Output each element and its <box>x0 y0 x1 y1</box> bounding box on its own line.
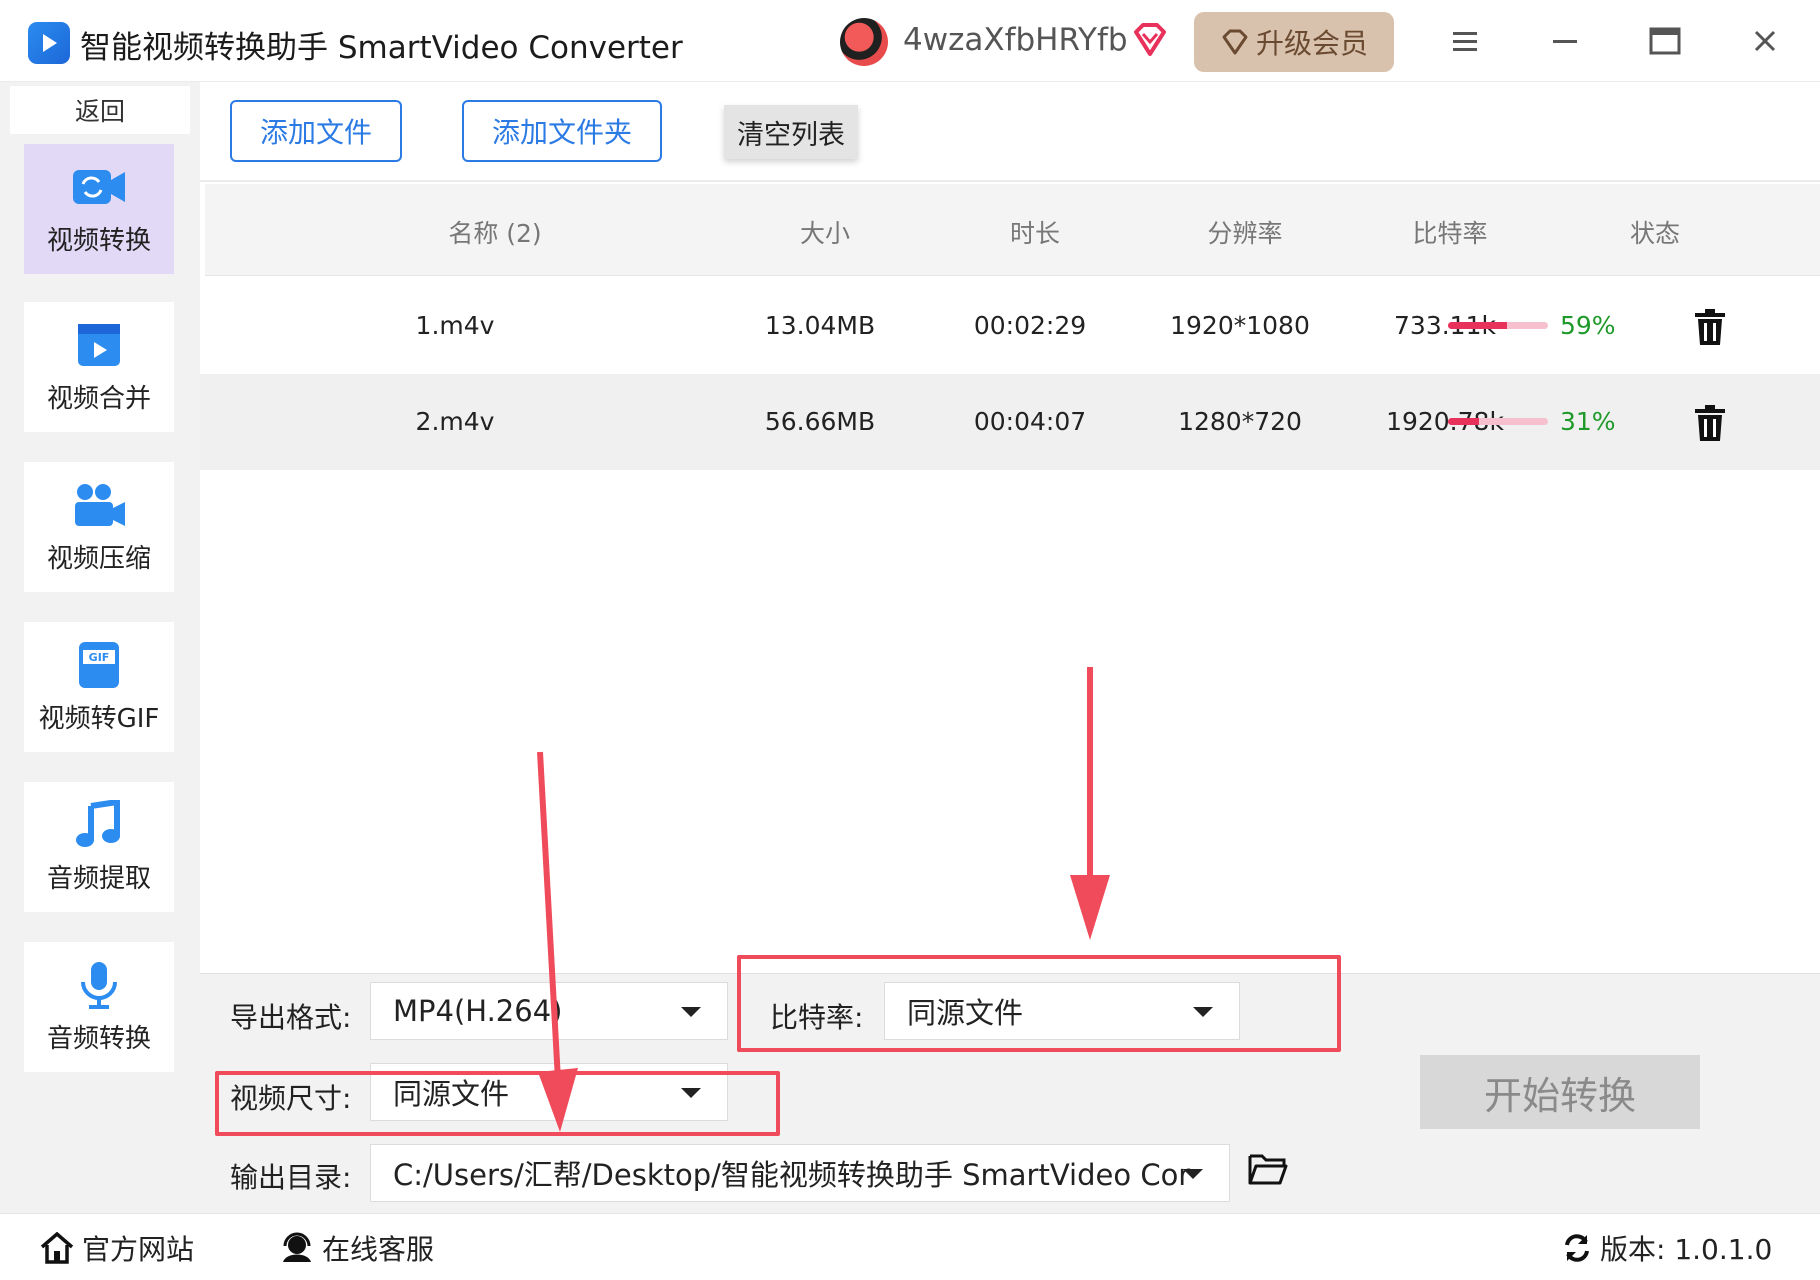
output-dir-select[interactable]: C:/Users/汇帮/Desktop/智能视频转换助手 SmartVideo … <box>370 1144 1230 1202</box>
file-resolution: 1920*1080 <box>1170 311 1310 340</box>
sidebar-item-label: 视频合并 <box>46 383 151 414</box>
sidebar: 返回 视频转换 视频合并 视频压缩 GIF 视频转GIF 音频提取 音频转换 <box>0 82 200 1213</box>
music-note-icon <box>76 799 120 847</box>
progress-fill <box>1448 322 1507 329</box>
trash-icon[interactable] <box>1693 308 1727 346</box>
home-icon <box>40 1232 74 1264</box>
file-resolution: 1280*720 <box>1178 407 1302 436</box>
video-compress-icon <box>75 483 125 526</box>
progress-bar <box>1448 322 1548 329</box>
title-bar: 智能视频转换助手 SmartVideo Converter 4wzaXfbHRY… <box>0 0 1820 82</box>
sidebar-item-video-compress[interactable]: 视频压缩 <box>24 462 174 592</box>
sidebar-item-label: 视频转GIF <box>38 703 160 734</box>
add-folder-button[interactable]: 添加文件夹 <box>462 100 662 162</box>
file-table: 名称 (2) 大小 时长 分辨率 比特率 状态 操作 1.m4v 13.04MB… <box>200 180 1820 973</box>
clear-list-button[interactable]: 清空列表 <box>724 105 858 159</box>
chevron-down-icon <box>681 1007 701 1017</box>
progress-bar <box>1448 418 1548 425</box>
sidebar-item-label: 视频压缩 <box>46 543 151 574</box>
file-duration: 00:02:29 <box>973 311 1087 340</box>
progress-percent: 31% <box>1560 407 1616 436</box>
official-website-link[interactable]: 官方网站 <box>40 1228 194 1268</box>
table-row[interactable]: 2.m4v 56.66MB 00:04:07 1280*720 1920.78k… <box>200 374 1820 470</box>
online-support-link[interactable]: 在线客服 <box>280 1228 434 1268</box>
file-name: 1.m4v <box>415 311 495 340</box>
column-header-name[interactable]: 名称 (2) <box>395 214 595 250</box>
table-row[interactable]: 1.m4v 13.04MB 00:02:29 1920*1080 733.11k… <box>200 278 1820 374</box>
output-dir-label: 输出目录: <box>230 1161 352 1194</box>
file-duration: 00:04:07 <box>973 407 1087 436</box>
sidebar-item-audio-convert[interactable]: 音频转换 <box>24 942 174 1072</box>
column-header-resolution: 分辨率 <box>1207 219 1283 248</box>
highlight-box-video-size <box>215 1071 780 1136</box>
sidebar-item-video-to-gif[interactable]: GIF 视频转GIF <box>24 622 174 752</box>
headset-icon <box>283 1232 311 1262</box>
app-logo-icon <box>28 22 70 64</box>
microphone-icon <box>81 961 117 1009</box>
file-size: 56.66MB <box>764 407 876 436</box>
minimize-icon[interactable] <box>1540 18 1590 64</box>
status-bar: 官方网站 在线客服 版本: 1.0.1.0 <box>0 1213 1820 1280</box>
file-name: 2.m4v <box>415 407 495 436</box>
vip-diamond-icon <box>1134 23 1166 56</box>
video-merge-icon <box>78 323 120 366</box>
highlight-box-bitrate <box>737 955 1341 1052</box>
column-header-duration: 时长 <box>1009 219 1060 248</box>
upgrade-label: 升级会员 <box>1255 27 1368 60</box>
column-header-action: 操作 <box>1810 214 1820 250</box>
file-size: 13.04MB <box>764 311 876 340</box>
annotation-arrow-down <box>1070 667 1110 940</box>
sidebar-item-audio-extract[interactable]: 音频提取 <box>24 782 174 912</box>
online-support-label: 在线客服 <box>322 1233 435 1266</box>
user-avatar[interactable] <box>840 18 888 66</box>
add-file-button[interactable]: 添加文件 <box>230 100 402 162</box>
username: 4wzaXfbHRYfb <box>903 22 1128 58</box>
folder-open-icon[interactable] <box>1248 1152 1288 1186</box>
maximize-icon[interactable] <box>1640 18 1690 64</box>
table-header: 名称 (2) 大小 时长 分辨率 比特率 状态 操作 <box>205 184 1820 276</box>
column-header-status: 状态 <box>1629 219 1680 248</box>
version-info[interactable]: 版本: 1.0.1.0 <box>1562 1228 1772 1268</box>
svg-text:GIF: GIF <box>89 651 110 664</box>
sidebar-item-video-convert[interactable]: 视频转换 <box>24 144 174 274</box>
output-dir-value: C:/Users/汇帮/Desktop/智能视频转换助手 SmartVideo … <box>393 1158 1191 1192</box>
sidebar-item-label: 视频转换 <box>46 225 151 256</box>
version-label: 版本: 1.0.1.0 <box>1600 1233 1773 1266</box>
sidebar-item-video-merge[interactable]: 视频合并 <box>24 302 174 432</box>
official-website-label: 官方网站 <box>82 1233 195 1266</box>
annotation-arrow-down <box>537 751 578 1132</box>
export-format-label: 导出格式: <box>230 1001 352 1034</box>
trash-icon[interactable] <box>1693 404 1727 442</box>
menu-icon[interactable] <box>1440 18 1490 64</box>
upgrade-vip-button[interactable]: 升级会员 <box>1194 12 1394 72</box>
start-convert-button[interactable]: 开始转换 <box>1420 1055 1700 1129</box>
sidebar-item-label: 音频提取 <box>46 863 151 894</box>
column-header-bitrate: 比特率 <box>1412 219 1488 248</box>
diamond-icon <box>1222 29 1248 55</box>
chevron-down-icon <box>1183 1169 1203 1179</box>
sidebar-item-label: 音频转换 <box>46 1023 151 1054</box>
gif-icon: GIF <box>79 641 119 688</box>
back-button[interactable]: 返回 <box>10 86 190 134</box>
column-header-size: 大小 <box>799 219 850 248</box>
progress-percent: 59% <box>1560 311 1616 340</box>
progress-fill <box>1448 418 1479 425</box>
video-convert-icon <box>73 169 125 204</box>
refresh-icon <box>1565 1234 1589 1262</box>
close-icon[interactable] <box>1740 18 1790 64</box>
app-title: 智能视频转换助手 SmartVideo Converter <box>80 30 683 66</box>
